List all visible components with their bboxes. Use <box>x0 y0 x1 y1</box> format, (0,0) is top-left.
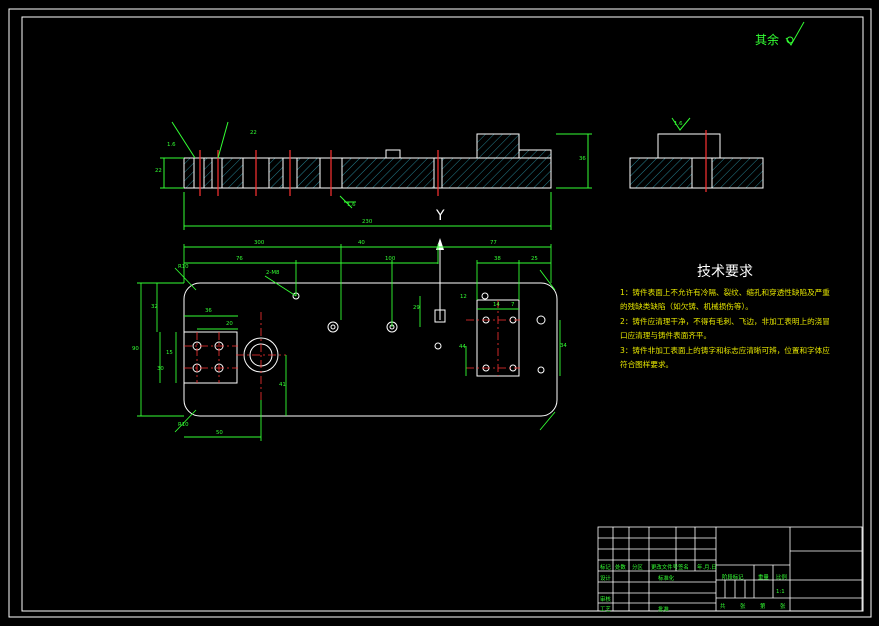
roughness-symbol <box>785 21 805 46</box>
tb-label-scale: 比例 <box>776 575 787 581</box>
dim-height-left: 22 <box>155 168 162 174</box>
dim-50: 50 <box>216 430 223 436</box>
dim-20: 20 <box>226 321 233 327</box>
plan-view <box>137 244 561 441</box>
dim-300: 300 <box>254 240 265 246</box>
dim-15: 15 <box>166 350 173 356</box>
tb-label-date: 年.月.日 <box>697 565 717 571</box>
dim-38: 38 <box>494 256 501 262</box>
tb-label-zone: 分区 <box>632 565 643 571</box>
tb-label-review: 审核 <box>600 597 611 603</box>
tb-label-change-doc: 更改文件号 <box>651 565 678 571</box>
technical-requirements: 1：铸件表面上不允许有冷隔、裂纹、缩孔和穿透性缺陷及严重的残缺类缺陷（如欠铸、机… <box>620 286 836 372</box>
dim-12: 12 <box>460 294 467 300</box>
roughness-c: 1.6 <box>674 121 683 127</box>
dim-30: 30 <box>157 366 164 372</box>
dim-44: 44 <box>459 344 466 350</box>
dim-41: 41 <box>279 382 286 388</box>
radius-top: R10 <box>178 264 189 270</box>
dim-40: 40 <box>358 240 365 246</box>
requirement-3: 3：铸件非加工表面上的铸字和标志应清晰可辨，位置和字体应符合图样要求。 <box>620 345 830 370</box>
tb-label-stage: 阶段标记 <box>722 575 744 581</box>
tb-label-process: 工艺 <box>600 607 611 613</box>
dim-22: 22 <box>250 130 257 136</box>
roughness-a: 1.6 <box>167 142 176 148</box>
dim-36: 36 <box>205 308 212 314</box>
view-marker: Y <box>436 208 445 224</box>
dim-77: 77 <box>490 240 497 246</box>
hole-label: 2-M8 <box>266 270 280 276</box>
requirement-2: 2：铸件应清理干净，不得有毛刺、飞边，非加工表明上的浇冒口应清理与铸件表面齐平。 <box>620 316 830 341</box>
tb-label-sheets: 张 <box>780 604 786 610</box>
dim-29: 29 <box>413 305 420 311</box>
radius-bottom: R10 <box>178 422 189 428</box>
dim-7: 7 <box>511 302 515 308</box>
tb-label-sheets-total: 张 <box>740 604 746 610</box>
tb-label-standard: 标准化 <box>658 576 675 582</box>
tb-label-signature: 签名 <box>678 565 689 571</box>
dim-height-front: 36 <box>579 156 586 162</box>
dim-25: 25 <box>531 256 538 262</box>
tb-label-total: 共 <box>720 604 726 610</box>
technical-requirements-title: 技术要求 <box>697 264 753 280</box>
front-view <box>160 121 592 230</box>
tb-label-count: 处数 <box>615 565 626 571</box>
side-view <box>629 117 764 192</box>
tb-label-mark: 标记 <box>600 565 611 571</box>
tb-scale-value: 1:1 <box>776 589 785 595</box>
tb-label-design: 设计 <box>600 576 611 582</box>
tb-label-sheet: 第 <box>760 604 766 610</box>
requirement-1: 1：铸件表面上不允许有冷隔、裂纹、缩孔和穿透性缺陷及严重的残缺类缺陷（如欠铸、机… <box>620 288 830 312</box>
dim-90: 90 <box>132 346 139 352</box>
dim-76: 76 <box>236 256 243 262</box>
dim-100: 100 <box>385 256 396 262</box>
dim-32: 32 <box>151 304 158 310</box>
dim-34: 34 <box>560 343 567 349</box>
dim-overall-length: 230 <box>362 219 373 225</box>
roughness-note: 其余 <box>755 33 780 47</box>
dim-14: 14 <box>493 302 500 308</box>
view-direction-arrow <box>434 238 446 323</box>
tb-label-approve: 批准 <box>658 607 669 613</box>
tb-label-weight: 重量 <box>758 575 769 581</box>
roughness-b: 1.6 <box>347 202 356 208</box>
